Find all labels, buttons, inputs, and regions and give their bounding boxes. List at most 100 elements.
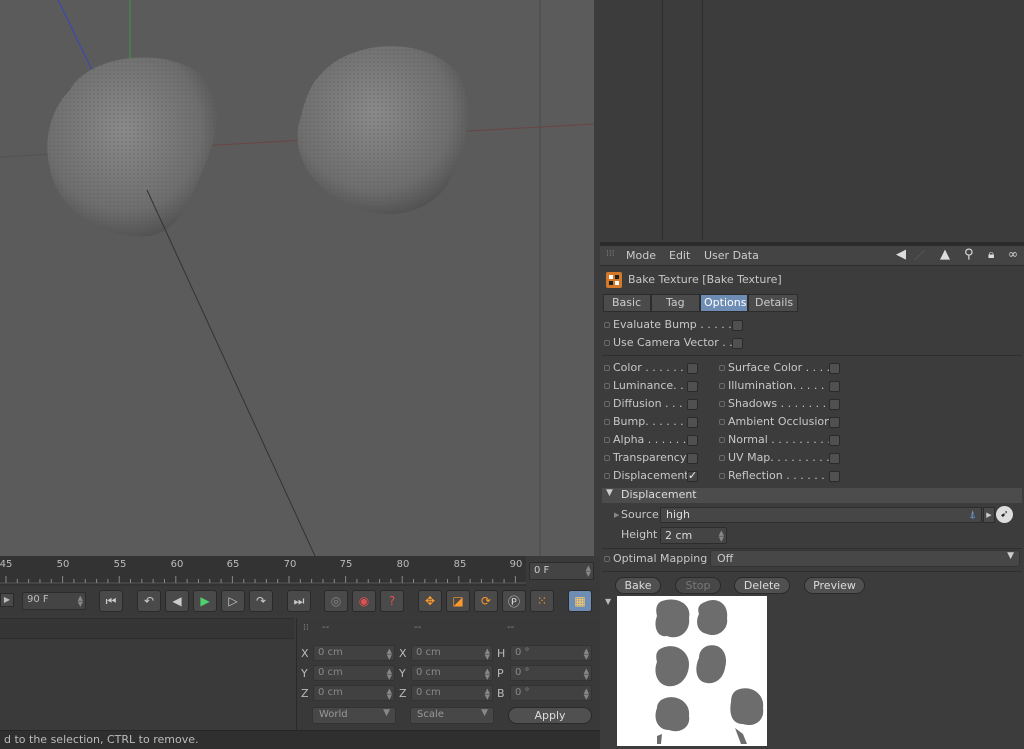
3d-viewport[interactable] — [0, 0, 594, 556]
frame-step-icon[interactable]: ▶ — [0, 593, 14, 607]
animation-dot[interactable] — [604, 401, 610, 407]
timeline-ruler[interactable]: 45 50 55 60 65 70 75 80 85 90 — [0, 556, 526, 586]
right-channel-checkbox[interactable] — [829, 471, 840, 482]
grip-icon[interactable]: ⁞⁞ — [303, 623, 309, 633]
new-window-icon[interactable]: ∞ — [1008, 247, 1018, 261]
animation-dot[interactable] — [604, 556, 610, 562]
optimal-mapping-select[interactable]: Off ▼ — [710, 550, 1020, 567]
animation-dot[interactable] — [719, 437, 725, 443]
animation-dot[interactable] — [604, 437, 610, 443]
right-channel-label: Surface Color . . . . — [728, 361, 831, 374]
lock-icon[interactable]: 🔒︎ — [988, 247, 994, 262]
rot-p-field[interactable]: 0 ° ▲ ▼ — [510, 665, 592, 681]
grip-icon[interactable]: ⁞⁞⁞ — [606, 249, 615, 259]
animation-dot[interactable] — [719, 401, 725, 407]
animation-dot[interactable] — [719, 419, 725, 425]
autokey-icon[interactable]: ◉ — [352, 590, 376, 612]
expand-arrow-icon[interactable]: ▶ — [614, 511, 619, 519]
rot-h-field[interactable]: 0 ° ▲ ▼ — [510, 645, 592, 661]
current-frame-field[interactable]: 0 F ▲ ▼ — [529, 562, 594, 580]
move-icon[interactable]: ✥ — [418, 590, 442, 612]
pick-object-icon[interactable]: ➹ — [996, 506, 1013, 523]
right-channel-checkbox[interactable] — [829, 417, 840, 428]
go-to-start-icon[interactable]: ⏮ — [99, 590, 123, 612]
status-bar: d to the selection, CTRL to remove. — [0, 730, 600, 749]
link-icon[interactable]: ⍋ — [969, 508, 976, 522]
play-icon[interactable]: ▶ — [193, 590, 217, 612]
pos-y-field[interactable]: 0 cm ▲ ▼ — [313, 665, 395, 681]
previous-key-icon[interactable]: ↶ — [137, 590, 161, 612]
preview-collapse-arrow-icon[interactable]: ▼ — [605, 597, 611, 606]
timeline-icon[interactable]: ▦ — [568, 590, 592, 612]
tab-basic[interactable]: Basic — [603, 294, 651, 312]
size-z-field[interactable]: 0 cm ▲ ▼ — [411, 685, 493, 701]
left-channel-checkbox[interactable]: ✓ — [687, 469, 698, 482]
menu-mode[interactable]: Mode — [626, 249, 656, 262]
right-channel-checkbox[interactable] — [829, 381, 840, 392]
back-arrow-icon[interactable]: ◀ — [896, 247, 906, 262]
previous-frame-icon[interactable]: ◀ — [165, 590, 189, 612]
cursor-icon[interactable]: ▲ — [940, 247, 950, 262]
animation-dot[interactable] — [719, 473, 725, 479]
animation-dot[interactable] — [719, 365, 725, 371]
menu-edit[interactable]: Edit — [669, 249, 690, 262]
right-channel-checkbox[interactable] — [829, 453, 840, 464]
left-channel-checkbox[interactable] — [687, 417, 698, 428]
stop-button[interactable]: Stop — [675, 577, 721, 594]
coordinate-mode-select[interactable]: World ▼ — [312, 707, 396, 724]
next-frame-icon[interactable]: ▷ — [221, 590, 245, 612]
size-mode-select[interactable]: Scale ▼ — [410, 707, 494, 724]
preview-button[interactable]: Preview — [804, 577, 865, 594]
left-channel-checkbox[interactable] — [687, 435, 698, 446]
scale-icon[interactable]: ◪ — [446, 590, 470, 612]
height-field[interactable]: 2 cm ▲ ▼ — [660, 527, 727, 544]
right-channel-checkbox[interactable] — [829, 363, 840, 374]
object-manager[interactable] — [600, 0, 1024, 242]
source-field[interactable]: high ⍋ — [660, 507, 982, 523]
animation-dot[interactable] — [604, 322, 610, 328]
rotate-icon[interactable]: ⟳ — [474, 590, 498, 612]
pos-z-field[interactable]: 0 cm ▲ ▼ — [313, 685, 395, 701]
left-channel-checkbox[interactable] — [687, 399, 698, 410]
collapse-arrow-icon[interactable]: ▼ — [606, 488, 613, 498]
animation-dot[interactable] — [604, 383, 610, 389]
parameter-icon[interactable]: Ⓟ — [502, 590, 526, 612]
forward-arrow-icon[interactable]: ／ — [914, 247, 925, 263]
left-channel-checkbox[interactable] — [687, 381, 698, 392]
left-channel-checkbox[interactable] — [687, 363, 698, 374]
right-channel-checkbox[interactable] — [829, 399, 840, 410]
go-to-end-icon[interactable]: ⏭ — [287, 590, 311, 612]
animation-dot[interactable] — [604, 455, 610, 461]
animation-dot[interactable] — [604, 340, 610, 346]
displacement-section-header[interactable]: ▼ Displacement — [602, 488, 1022, 503]
animation-dot[interactable] — [604, 473, 610, 479]
menu-user-data[interactable]: User Data — [704, 249, 759, 262]
record-icon[interactable]: ◎ — [324, 590, 348, 612]
animation-dot[interactable] — [719, 383, 725, 389]
apply-button[interactable]: Apply — [508, 707, 592, 724]
link-menu-arrow-icon[interactable]: ▶ — [983, 507, 995, 523]
tab-details[interactable]: Details — [748, 294, 798, 312]
optimal-mapping-label: Optimal Mapping — [613, 552, 708, 565]
tick-label: 45 — [0, 559, 13, 570]
keyframe-selection-icon[interactable]: ? — [380, 590, 404, 612]
tab-tag[interactable]: Tag — [651, 294, 700, 312]
size-x-field[interactable]: 0 cm ▲ ▼ — [411, 645, 493, 661]
tab-options[interactable]: Options — [700, 294, 748, 312]
evaluate-bump-checkbox[interactable] — [732, 320, 743, 331]
right-channel-checkbox[interactable] — [829, 435, 840, 446]
use-camera-vector-checkbox[interactable] — [732, 338, 743, 349]
end-frame-field[interactable]: 90 F ▲ ▼ — [22, 592, 86, 610]
size-y-field[interactable]: 0 cm ▲ ▼ — [411, 665, 493, 681]
left-channel-checkbox[interactable] — [687, 453, 698, 464]
animation-dot[interactable] — [719, 455, 725, 461]
animation-dot[interactable] — [604, 419, 610, 425]
bake-button[interactable]: Bake — [615, 577, 661, 594]
rot-b-field[interactable]: 0 ° ▲ ▼ — [510, 685, 592, 701]
animation-dot[interactable] — [604, 365, 610, 371]
pos-x-field[interactable]: 0 cm ▲ ▼ — [313, 645, 395, 661]
next-key-icon[interactable]: ↷ — [249, 590, 273, 612]
pla-icon[interactable]: ⁙ — [530, 590, 554, 612]
delete-button[interactable]: Delete — [734, 577, 790, 594]
search-icon[interactable]: ⚲ — [964, 247, 974, 262]
